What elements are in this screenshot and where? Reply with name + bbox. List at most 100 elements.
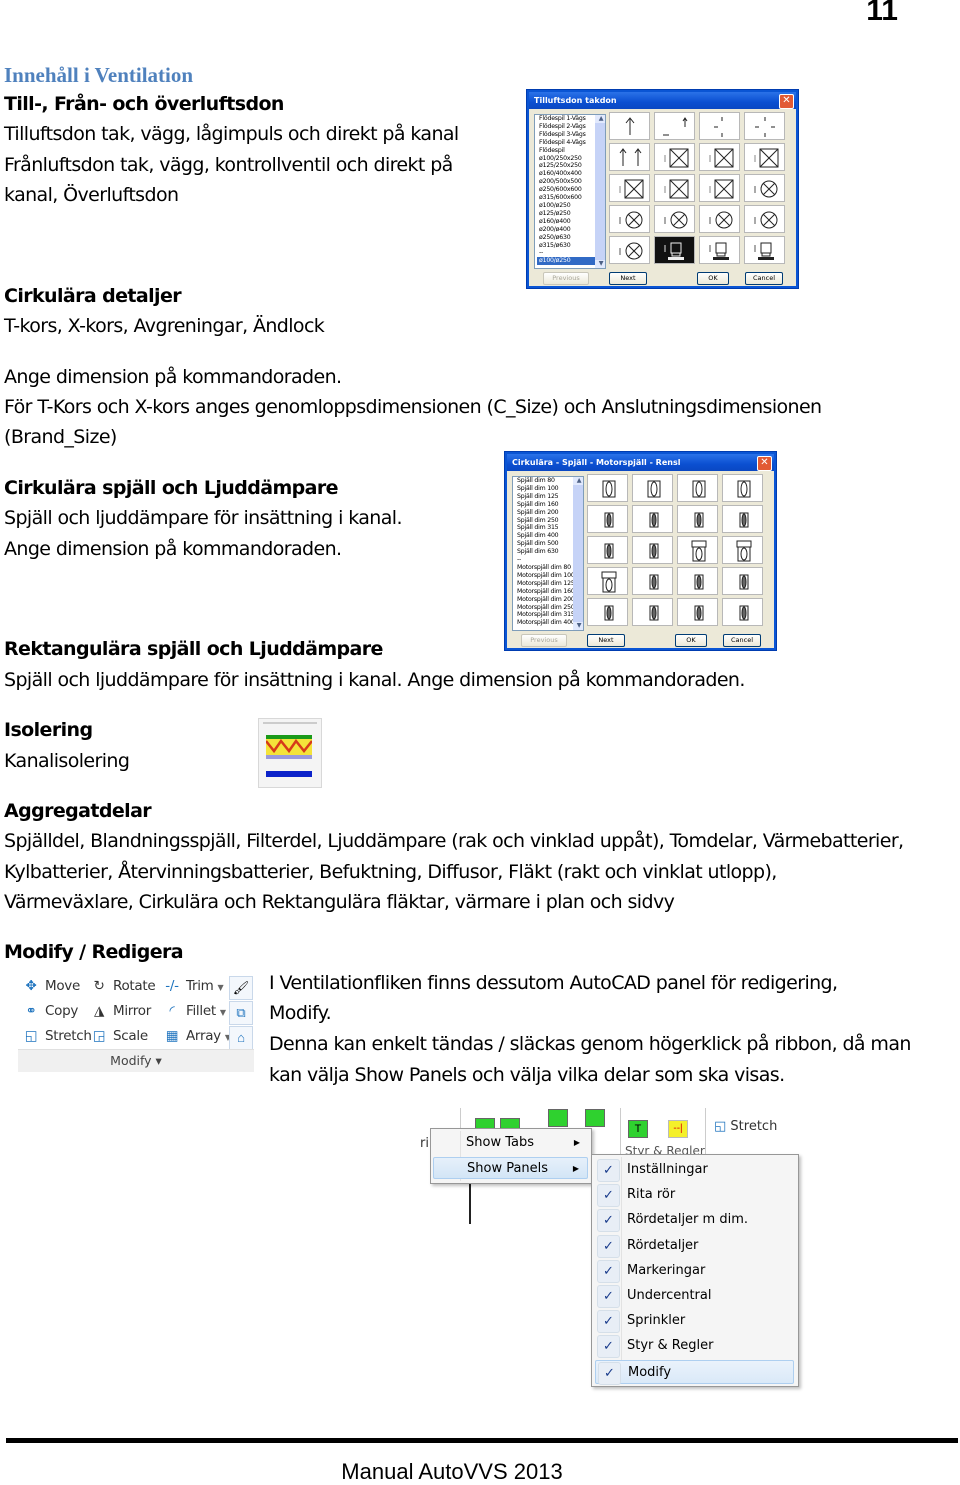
fillet-tool[interactable]: ◜ Fillet ▼ bbox=[163, 1003, 226, 1019]
list-item[interactable]: Motorspjäll dim 80 bbox=[515, 564, 575, 572]
panel-toggle-item[interactable]: ✓ Modify bbox=[595, 1359, 794, 1385]
damper-symbol-icon[interactable] bbox=[677, 474, 718, 502]
ribbon-stretch[interactable]: ◱ Stretch bbox=[714, 1119, 777, 1134]
air-terminal-symbol-icon[interactable] bbox=[609, 112, 650, 140]
list-item[interactable]: Flödespil 1-Vägs bbox=[537, 115, 597, 123]
air-terminal-symbol-icon[interactable] bbox=[699, 236, 740, 264]
list-item[interactable]: ø250/600x600 bbox=[537, 186, 597, 194]
menu-item-show-tabs[interactable]: Show Tabs ▶ bbox=[433, 1132, 588, 1154]
list-item[interactable]: Flödespil bbox=[537, 147, 597, 155]
scrollbar[interactable]: ▲ ▼ bbox=[573, 477, 583, 630]
list-item[interactable]: ø160/400x400 bbox=[537, 170, 597, 178]
list-item[interactable]: ø200/ø400 bbox=[537, 226, 597, 234]
damper-symbol-icon[interactable] bbox=[587, 536, 628, 564]
air-terminal-symbol-icon[interactable] bbox=[609, 143, 650, 171]
damper-symbol-icon[interactable] bbox=[632, 536, 673, 564]
damper-symbol-icon[interactable] bbox=[587, 474, 628, 502]
panel-toggle-item[interactable]: ✓ Rördetaljer m dim. bbox=[595, 1208, 794, 1233]
menu-item-show-panels[interactable]: Show Panels ▶ bbox=[433, 1157, 588, 1179]
list-item[interactable]: ø315/ø630 bbox=[537, 242, 597, 250]
list-item[interactable]: Flödespil 4-Vägs bbox=[537, 139, 597, 147]
damper-symbol-icon[interactable] bbox=[677, 567, 718, 595]
dropdown-icon[interactable]: ▼ bbox=[220, 1008, 226, 1017]
move-tool[interactable]: ✥ Move bbox=[22, 978, 80, 994]
damper-symbol-icon[interactable] bbox=[677, 536, 718, 564]
list-item[interactable]: ø250/ø630 bbox=[537, 234, 597, 242]
air-terminal-symbol-icon[interactable] bbox=[744, 143, 785, 171]
array-tool[interactable]: ▦ Array ▼ bbox=[163, 1028, 231, 1044]
list-item[interactable]: Flödespil 2-Vägs bbox=[537, 123, 597, 131]
air-terminal-symbol-icon[interactable] bbox=[609, 236, 650, 264]
scroll-up-icon[interactable]: ▲ bbox=[573, 477, 583, 485]
damper-symbol-icon[interactable] bbox=[722, 536, 763, 564]
insulation-tool-icon[interactable] bbox=[258, 718, 322, 788]
damper-symbol-icon[interactable] bbox=[722, 598, 763, 626]
ribbon-tool-icon[interactable] bbox=[585, 1109, 605, 1127]
list-item[interactable]: Motorspjäll dim 200 bbox=[515, 596, 575, 604]
air-terminal-symbol-icon[interactable] bbox=[744, 174, 785, 202]
list-item[interactable]: Motorspjäll dim 250 bbox=[515, 604, 575, 612]
list-item[interactable]: Spjäll dim 125 bbox=[515, 493, 575, 501]
air-terminal-symbol-icon[interactable] bbox=[699, 205, 740, 233]
list-item[interactable]: Spjäll dim 250 bbox=[515, 517, 575, 525]
scroll-down-icon[interactable]: ▼ bbox=[573, 622, 583, 630]
scroll-up-icon[interactable]: ▲ bbox=[595, 115, 605, 123]
air-terminal-symbol-icon[interactable] bbox=[654, 112, 695, 140]
damper-symbol-icon[interactable] bbox=[632, 505, 673, 533]
air-terminal-symbol-icon[interactable] bbox=[654, 236, 695, 264]
ribbon-tool-icon[interactable] bbox=[548, 1109, 568, 1127]
list-item[interactable]: ø200/500x500 bbox=[537, 178, 597, 186]
mirror-tool[interactable]: ◮ Mirror bbox=[90, 1003, 151, 1019]
damper-symbol-icon[interactable] bbox=[722, 505, 763, 533]
list-item[interactable]: Motorspjäll dim 100 bbox=[515, 572, 575, 580]
damper-symbol-icon[interactable] bbox=[632, 567, 673, 595]
previous-button[interactable]: Previous bbox=[521, 634, 567, 647]
list-item[interactable]: -- bbox=[515, 556, 575, 564]
air-terminal-symbol-icon[interactable] bbox=[744, 205, 785, 233]
list-item[interactable]: ø315/600x600 bbox=[537, 194, 597, 202]
list-item[interactable]: ø160/ø400 bbox=[537, 218, 597, 226]
list-item[interactable]: ø125/250x250 bbox=[537, 162, 597, 170]
list-item[interactable]: -- bbox=[537, 249, 597, 257]
damper-symbol-icon[interactable] bbox=[722, 567, 763, 595]
rotate-tool[interactable]: ↻ Rotate bbox=[90, 978, 155, 994]
damper-symbol-icon[interactable] bbox=[722, 474, 763, 502]
cancel-button[interactable]: Cancel bbox=[723, 634, 761, 647]
list-item[interactable]: Motorspjäll dim 125 bbox=[515, 580, 575, 588]
list-item[interactable]: ø100/250x250 bbox=[537, 155, 597, 163]
list-item[interactable]: Spjäll dim 80 bbox=[515, 477, 575, 485]
list-item[interactable]: Spjäll dim 200 bbox=[515, 509, 575, 517]
list-item[interactable]: Spjäll dim 630 bbox=[515, 548, 575, 556]
air-terminal-symbol-icon[interactable] bbox=[699, 112, 740, 140]
scrollbar[interactable]: ▲ ▼ bbox=[595, 115, 605, 268]
paint-brush-icon[interactable]: 🖌 bbox=[229, 976, 253, 1000]
damper-symbol-icon[interactable] bbox=[587, 598, 628, 626]
damper-list[interactable]: Spjäll dim 80 Spjäll dim 100 Spjäll dim 12… bbox=[512, 476, 584, 631]
air-terminal-symbol-icon[interactable] bbox=[654, 205, 695, 233]
scale-tool[interactable]: ◲ Scale bbox=[90, 1028, 148, 1044]
air-terminal-symbol-icon[interactable] bbox=[609, 174, 650, 202]
previous-button[interactable]: Previous bbox=[543, 272, 589, 285]
list-item[interactable]: Spjäll dim 160 bbox=[515, 501, 575, 509]
trim-tool[interactable]: -/- Trim ▼ bbox=[163, 978, 223, 994]
panel-toggle-item[interactable]: ✓ Sprinkler bbox=[595, 1309, 794, 1334]
damper-symbol-icon[interactable] bbox=[632, 474, 673, 502]
list-item[interactable]: Flödespil 3-Vägs bbox=[537, 131, 597, 139]
air-terminal-symbol-icon[interactable] bbox=[699, 143, 740, 171]
explode-icon[interactable]: ⧉ bbox=[229, 1001, 253, 1025]
list-item[interactable]: ø100/ø250 bbox=[537, 202, 597, 210]
air-terminal-symbol-icon[interactable] bbox=[654, 143, 695, 171]
list-item[interactable]: Spjäll dim 100 bbox=[515, 485, 575, 493]
air-terminal-symbol-icon[interactable] bbox=[699, 174, 740, 202]
list-item[interactable]: Motorspjäll dim 160 bbox=[515, 588, 575, 596]
copy-tool[interactable]: ⚭ Copy bbox=[22, 1003, 78, 1019]
damper-symbol-icon[interactable] bbox=[587, 567, 628, 595]
next-button[interactable]: Next bbox=[587, 634, 625, 647]
air-terminal-symbol-icon[interactable] bbox=[744, 112, 785, 140]
panel-toggle-item[interactable]: ✓ Inställningar bbox=[595, 1158, 794, 1182]
close-icon[interactable]: ✕ bbox=[757, 456, 772, 471]
list-item[interactable]: Motorspjäll dim 315 bbox=[515, 611, 575, 619]
list-item[interactable]: ø100/ø250 bbox=[537, 257, 597, 266]
damper-symbol-icon[interactable] bbox=[677, 505, 718, 533]
close-icon[interactable]: ✕ bbox=[779, 94, 794, 109]
